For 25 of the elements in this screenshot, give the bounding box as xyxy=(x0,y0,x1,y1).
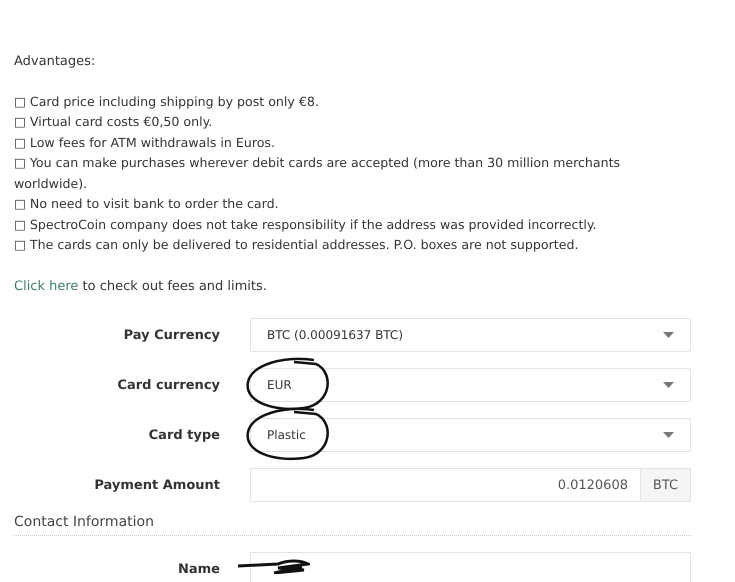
name-field[interactable] xyxy=(250,552,691,582)
field-label: Name xyxy=(176,562,220,577)
advantage-item: □ Card price including shipping by post only €8. xyxy=(14,92,320,111)
field-label: Card currency xyxy=(116,378,220,392)
dropdown[interactable]: Plastic xyxy=(250,418,691,452)
section-heading: Contact Information xyxy=(14,514,691,536)
advantage-item: □ No need to visit bank to order the card. xyxy=(14,195,280,213)
caret-icon xyxy=(663,332,674,338)
advantages-heading: Advantages: xyxy=(14,53,96,71)
link-text: to check out fees and limits. xyxy=(82,278,267,296)
caret-icon xyxy=(663,382,674,388)
field-label: Pay Currency xyxy=(122,328,220,342)
amount-field[interactable]: 0.0120608 xyxy=(250,468,641,502)
caret-icon xyxy=(663,432,674,438)
advantage-item: □ Low fees for ATM withdrawals in Euros. xyxy=(14,134,276,152)
field-label: Payment Amount xyxy=(93,478,220,492)
advantage-item: □ Virtual card costs €0,50 only. xyxy=(14,113,214,131)
advantage-item: □ You can make purchases wherever debit cards are accepted (more than 30 million merchants worldwide). xyxy=(14,154,622,192)
field-label: Card type xyxy=(148,428,220,442)
advantage-item: □ SpectroCoin company does not take responsibility if the address was provided incorrectly. xyxy=(14,216,598,234)
click-here-link[interactable]: Click here xyxy=(14,276,78,297)
dropdown[interactable]: EUR xyxy=(250,368,691,402)
unit-addon: BTC xyxy=(641,468,691,502)
advantage-item: □ The cards can only be delivered to residential addresses. P.O. boxes are not supported. xyxy=(14,236,580,254)
dropdown[interactable]: BTC (0.00091637 BTC) xyxy=(250,318,691,352)
